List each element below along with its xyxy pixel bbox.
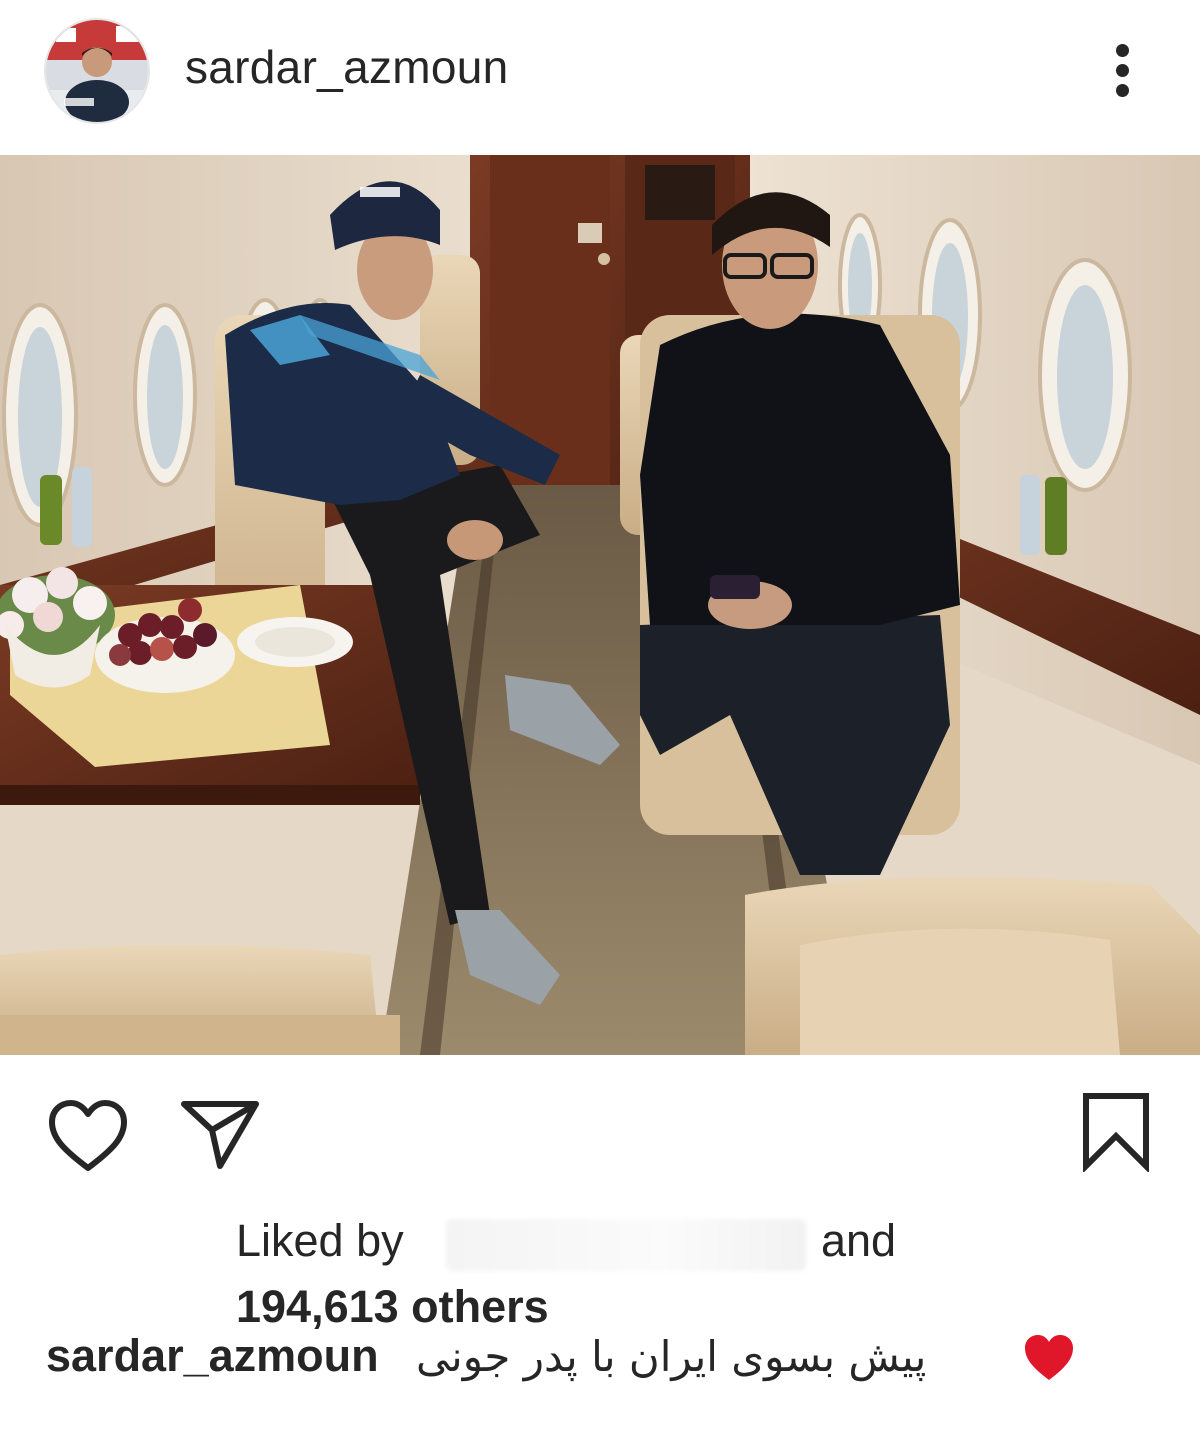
heart-emoji	[1025, 1335, 1073, 1380]
bookmark-outline-icon	[1083, 1093, 1149, 1174]
more-dot	[1116, 44, 1129, 57]
post-caption: sardar_azmoun پیش بسوی ایران با پدر جونی	[46, 1330, 1146, 1390]
more-dot	[1116, 84, 1129, 97]
post-photo[interactable]	[0, 155, 1200, 1055]
paper-plane-icon	[181, 1101, 259, 1169]
red-heart-icon	[1021, 1330, 1077, 1386]
caption-text: پیش بسوی ایران با پدر جونی	[416, 1332, 927, 1381]
jet-cabin-image	[0, 155, 1200, 1055]
share-paper-plane-icon[interactable]	[180, 1100, 260, 1170]
like-heart-icon[interactable]	[46, 1098, 130, 1174]
liked-and-label: and	[821, 1215, 897, 1266]
profile-avatar[interactable]	[46, 20, 148, 122]
instagram-post: sardar_azmoun Liked by and 194,613 other…	[0, 0, 1200, 1430]
more-options-icon[interactable]	[1100, 40, 1146, 100]
liked-by-label: Liked by	[236, 1215, 404, 1266]
post-header: sardar_azmoun	[0, 0, 1200, 155]
avatar-image	[46, 20, 148, 122]
heart-outline-icon	[49, 1100, 127, 1171]
liked-by-names-redacted[interactable]	[446, 1219, 806, 1271]
save-bookmark-icon[interactable]	[1080, 1092, 1152, 1174]
more-dot	[1116, 64, 1129, 77]
caption-username[interactable]: sardar_azmoun	[46, 1330, 379, 1382]
likes-count[interactable]: 194,613 others	[236, 1281, 549, 1333]
post-username[interactable]: sardar_azmoun	[185, 40, 509, 94]
